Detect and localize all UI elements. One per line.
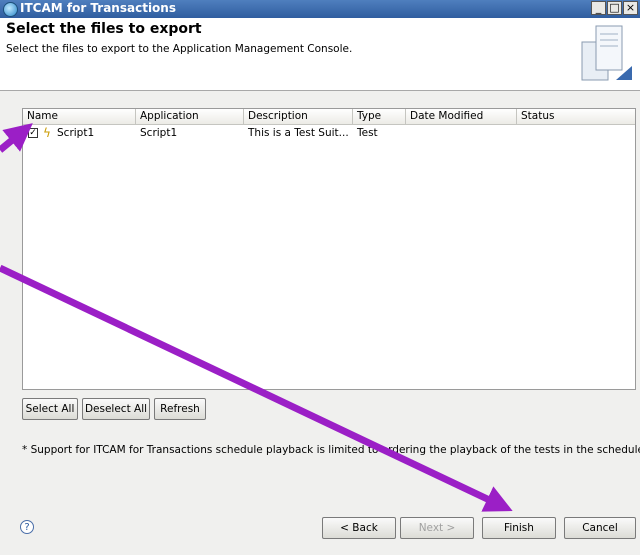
column-status[interactable]: Status (517, 109, 635, 124)
deselect-all-button[interactable]: Deselect All (82, 398, 150, 420)
playback-note: * Support for ITCAM for Transactions sch… (22, 444, 640, 456)
window-controls: _ □ × (591, 1, 638, 15)
row-checkbox[interactable]: ✓ (28, 128, 38, 138)
script-icon: ϟ (43, 126, 51, 140)
itcam-globe-icon (3, 2, 18, 17)
cancel-button[interactable]: Cancel (564, 517, 636, 539)
cell-status (517, 125, 635, 141)
cell-type: Test (357, 127, 378, 139)
close-button[interactable]: × (623, 1, 638, 15)
server-document-icon (581, 25, 632, 81)
column-type[interactable]: Type (353, 109, 406, 124)
maximize-button[interactable]: □ (607, 1, 622, 15)
annotation-arrow-to-row (0, 123, 33, 153)
refresh-button[interactable]: Refresh (154, 398, 206, 420)
next-button: Next > (400, 517, 474, 539)
files-table[interactable]: Name Application Description Type Date M… (22, 108, 636, 390)
column-description[interactable]: Description (244, 109, 353, 124)
wizard-header: Select the files to export Select the fi… (0, 18, 640, 91)
column-date-modified[interactable]: Date Modified (406, 109, 517, 124)
page-title: Select the files to export (6, 21, 202, 37)
table-row[interactable]: ✓ ϟ Script1 Script1 This is a Test Suit.… (23, 125, 635, 141)
minimize-button[interactable]: _ (591, 1, 606, 15)
cell-description: This is a Test Suit... (248, 127, 349, 139)
cell-date-modified (406, 125, 517, 141)
page-description: Select the files to export to the Applic… (6, 43, 353, 55)
cell-application: Script1 (140, 127, 178, 139)
help-icon[interactable]: ? (20, 520, 34, 534)
cell-name: Script1 (57, 127, 95, 139)
back-button[interactable]: < Back (322, 517, 396, 539)
table-header: Name Application Description Type Date M… (23, 109, 635, 125)
finish-button[interactable]: Finish (482, 517, 556, 539)
column-application[interactable]: Application (136, 109, 244, 124)
title-bar: ITCAM for Transactions _ □ × (0, 0, 640, 18)
window-title: ITCAM for Transactions (20, 1, 176, 15)
select-all-button[interactable]: Select All (22, 398, 78, 420)
column-name[interactable]: Name (23, 109, 136, 124)
